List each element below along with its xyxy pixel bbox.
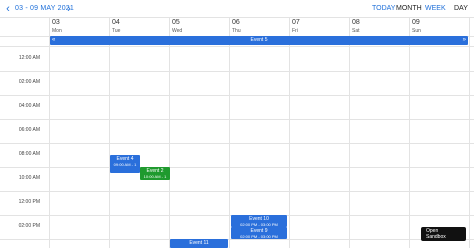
event-11[interactable]: Event 11 <box>170 239 228 248</box>
day-header-wed[interactable]: 05 Wed <box>170 17 230 36</box>
today-button[interactable]: TODAY <box>372 5 395 12</box>
grid-line <box>289 17 290 248</box>
grid-line <box>0 119 474 120</box>
event-time: 09:00 AM - 1 <box>113 162 137 167</box>
time-label: 02:00 AM <box>18 79 40 85</box>
chevron-right-icon[interactable]: › <box>64 3 74 15</box>
day-header-mon[interactable]: 03 Mon <box>50 17 110 36</box>
day-number: 07 <box>292 19 300 26</box>
grid-line <box>469 17 470 248</box>
event-2[interactable]: Event 2 10:00 AM - 1 <box>140 167 170 180</box>
event-4[interactable]: Event 4 09:00 AM - 1 <box>110 155 140 173</box>
event-10[interactable]: Event 10 02:00 PM - 03:00 PM <box>231 215 287 227</box>
day-name: Mon <box>52 28 62 34</box>
day-name: Tue <box>112 28 121 34</box>
day-number: 05 <box>172 19 180 26</box>
day-name: Wed <box>172 28 183 34</box>
grid-line <box>0 167 474 168</box>
event-time: 10:00 AM - 1 <box>143 174 167 179</box>
chevron-right-icon: » <box>462 37 466 43</box>
time-label: 02:00 PM <box>18 223 40 229</box>
day-header-tue[interactable]: 04 Tue <box>110 17 170 36</box>
day-number: 08 <box>352 19 360 26</box>
time-label: 04:00 AM <box>18 103 40 109</box>
grid-line <box>169 17 170 248</box>
event-title: Event 5 <box>250 37 268 43</box>
open-sandbox-button[interactable]: Open Sandbox <box>421 227 466 241</box>
grid-line <box>49 17 50 248</box>
event-time: 02:00 PM - 03:00 PM <box>240 234 278 239</box>
time-label: 06:00 AM <box>18 127 40 133</box>
day-header-thu[interactable]: 06 Thu <box>230 17 290 36</box>
grid-line <box>409 17 410 248</box>
grid-line <box>349 17 350 248</box>
day-name: Sat <box>352 28 360 34</box>
sandbox-label-line2: Sandbox <box>426 234 446 240</box>
day-name: Thu <box>232 28 241 34</box>
time-label: 12:00 PM <box>18 199 40 205</box>
day-view-button[interactable]: DAY <box>454 5 468 12</box>
day-header-sat[interactable]: 08 Sat <box>350 17 410 36</box>
event-9[interactable]: Event 9 02:00 PM - 03:00 PM <box>231 227 287 239</box>
week-grid <box>0 17 474 248</box>
day-name: Sun <box>412 28 421 34</box>
chevron-left-icon[interactable]: ‹ <box>3 3 13 15</box>
day-header-sun[interactable]: 09 Sun <box>410 17 470 36</box>
grid-line <box>0 46 474 47</box>
grid-line <box>0 95 474 96</box>
allday-event-5[interactable]: « Event 5 » <box>50 36 468 45</box>
day-header-fri[interactable]: 07 Fri <box>290 17 350 36</box>
time-label: 08:00 AM <box>18 151 40 157</box>
grid-line <box>0 71 474 72</box>
grid-line <box>229 17 230 248</box>
month-view-button[interactable]: MONTH <box>396 5 422 12</box>
time-label: 10:00 AM <box>18 175 40 181</box>
grid-line <box>0 239 474 240</box>
week-view-button[interactable]: WEEK <box>425 5 446 12</box>
day-number: 06 <box>232 19 240 26</box>
grid-line <box>109 17 110 248</box>
day-name: Fri <box>292 28 298 34</box>
day-number: 03 <box>52 19 60 26</box>
grid-line <box>0 191 474 192</box>
grid-line <box>0 143 474 144</box>
day-number: 09 <box>412 19 420 26</box>
event-title: Event 11 <box>189 240 209 246</box>
day-number: 04 <box>112 19 120 26</box>
time-label: 12:00 AM <box>18 55 40 61</box>
